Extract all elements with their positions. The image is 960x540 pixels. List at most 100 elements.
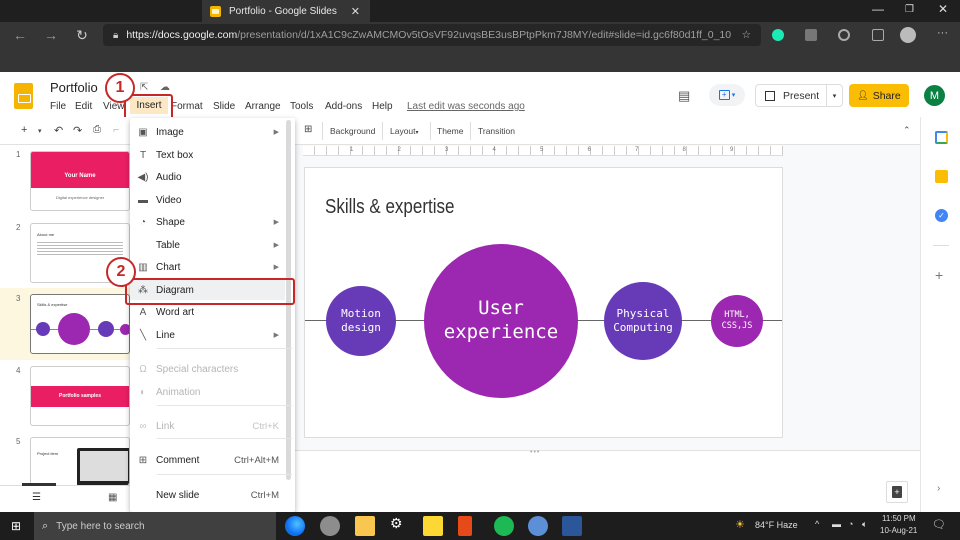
share-button[interactable]: 👤︎ Share [849, 84, 909, 107]
forward-icon[interactable]: → [42, 27, 60, 43]
insert-menu-item-shape[interactable]: ◔ Shape ▶ [130, 212, 285, 232]
more-menu-icon[interactable]: ··· [937, 27, 948, 39]
word-icon[interactable] [562, 516, 582, 536]
redo-icon[interactable]: ↷ [73, 124, 82, 137]
close-tab-icon[interactable]: ✕ [351, 5, 360, 18]
favorite-star-icon[interactable]: ☆ [742, 29, 751, 41]
taskbar-search[interactable]: ⌕ Type here to search [34, 512, 276, 540]
extension-icon[interactable] [772, 29, 784, 41]
speaker-notes-area[interactable]: ••• + [295, 449, 920, 512]
slide-thumbnail-5[interactable]: Project item [30, 437, 130, 485]
back-icon[interactable]: ← [11, 27, 29, 43]
insert-menu-item-line[interactable]: ╲ Line ▶ [130, 325, 285, 345]
slide-thumbnail-1[interactable]: Your Name Digital experience designer [30, 151, 130, 211]
paint-app-icon[interactable] [320, 516, 340, 536]
transition-button[interactable]: Transition [478, 126, 515, 136]
skill-bubble[interactable]: Motion design [326, 286, 396, 356]
present-options-chevron-icon[interactable]: ▾ [826, 85, 842, 106]
explore-button[interactable]: + [886, 481, 908, 503]
slide-thumbnail-3[interactable]: Skills & expertise [30, 294, 130, 354]
insert-menu-item-chart[interactable]: ▥ Chart ▶ [130, 257, 285, 277]
restore-icon[interactable]: ❐ [905, 4, 914, 15]
insert-menu-item-new-slide[interactable]: New slide Ctrl+M [130, 485, 285, 505]
menu-edit[interactable]: Edit [75, 101, 92, 112]
insert-menu-item-video[interactable]: ▬ Video [130, 190, 285, 210]
ruler-tick-label: 8 [682, 147, 686, 153]
new-slide-icon[interactable]: + [21, 124, 27, 136]
thumb-title: Portfolio samples [31, 386, 129, 407]
keep-icon[interactable] [935, 170, 948, 183]
notifications-icon[interactable]: 🗨︎ [932, 518, 946, 531]
url-input[interactable]: 🔒︎ https://docs.google.com/presentation/… [103, 24, 761, 46]
menu-slide[interactable]: Slide [213, 101, 235, 112]
move-folder-icon[interactable]: ⇱ [140, 82, 148, 93]
slide-thumbnail-4[interactable]: Portfolio samples [30, 366, 130, 426]
show-hidden-icons-icon[interactable]: ^ [815, 519, 819, 529]
reload-icon[interactable]: ↻ [73, 27, 91, 44]
weather-text[interactable]: 84°F Haze [755, 520, 798, 530]
slide-canvas[interactable]: Skills & expertise Motion design User exper… [304, 167, 783, 438]
tasks-icon[interactable]: ✓ [935, 209, 948, 222]
browser-tab[interactable]: Portfolio - Google Slides ✕ [202, 0, 370, 22]
windows-start-icon[interactable]: ⊞ [11, 519, 21, 533]
slide-title[interactable]: Skills & expertise [325, 196, 454, 219]
insert-menu-item-table[interactable]: Table ▶ [130, 235, 285, 255]
insert-menu-item-image[interactable]: ▣ Image ▶ [130, 122, 285, 142]
layout-button[interactable]: Layout▾ [390, 126, 419, 136]
expand-panel-icon[interactable]: › [937, 483, 940, 494]
resize-handle-icon[interactable]: ••• [530, 449, 540, 456]
add-addon-icon[interactable]: + [935, 267, 943, 283]
edge-icon[interactable] [285, 516, 305, 536]
insert-comment-icon[interactable]: ⊞ [304, 124, 312, 135]
settings-icon[interactable]: ⚙ [390, 515, 403, 532]
insert-menu-item-word-art[interactable]: A Word art [130, 302, 285, 322]
clock-time[interactable]: 11:50 PM [882, 514, 916, 523]
present-button[interactable]: Present ▾ [755, 84, 843, 107]
app-icon[interactable] [528, 516, 548, 536]
slide-number: 2 [16, 223, 21, 232]
background-button[interactable]: Background [330, 126, 375, 136]
tab-actions-icon[interactable] [872, 29, 884, 41]
skill-bubble[interactable]: User experience [424, 244, 578, 398]
skill-bubble[interactable]: HTML, CSS,JS [711, 295, 763, 347]
new-slide-chevron-icon[interactable]: ▾ [38, 127, 42, 135]
minimize-icon[interactable]: — [872, 2, 884, 16]
profile-avatar-icon[interactable] [900, 27, 916, 43]
sticky-notes-icon[interactable] [423, 516, 443, 536]
menu-add-ons[interactable]: Add-ons [325, 101, 362, 112]
paint-format-icon[interactable]: ⌐ [113, 124, 119, 136]
cloud-status-icon[interactable]: ☁ [160, 82, 170, 93]
menu-help[interactable]: Help [372, 101, 393, 112]
clock-date[interactable]: 10-Aug-21 [880, 526, 917, 535]
slides-logo-icon[interactable] [14, 83, 33, 109]
insert-menu-item-text-box[interactable]: T Text box [130, 145, 285, 165]
menu-file[interactable]: File [50, 101, 66, 112]
menu-tools[interactable]: Tools [290, 101, 313, 112]
file-explorer-icon[interactable] [355, 516, 375, 536]
collections-icon[interactable] [805, 29, 817, 41]
undo-icon[interactable]: ↶ [54, 124, 63, 137]
insert-menu-item-audio[interactable]: ◀) Audio [130, 167, 285, 187]
account-avatar[interactable]: M [924, 85, 945, 106]
document-title[interactable]: Portfolio [50, 80, 98, 95]
theme-button[interactable]: Theme [437, 126, 463, 136]
close-window-icon[interactable]: ✕ [938, 2, 948, 16]
print-icon[interactable]: ⎙ [93, 124, 101, 135]
last-edit-link[interactable]: Last edit was seconds ago [407, 101, 525, 112]
comment-history-icon[interactable]: ▤ [678, 88, 690, 104]
sync-icon[interactable] [838, 29, 850, 41]
spotify-icon[interactable] [494, 516, 514, 536]
skill-bubble[interactable]: Physical Computing [604, 282, 682, 360]
filmstrip-view-icon[interactable]: ☰ [32, 492, 41, 503]
calendar-icon[interactable] [935, 131, 948, 144]
battery-icon[interactable]: ▬ [832, 519, 841, 529]
wifi-icon[interactable]: ◔ [848, 519, 853, 529]
insert-menu-item-comment[interactable]: ⊞ Comment Ctrl+Alt+M [130, 450, 285, 470]
menu-arrange[interactable]: Arrange [245, 101, 281, 112]
grid-view-icon[interactable]: ▦ [108, 492, 117, 503]
meet-button[interactable]: + ▾ [709, 84, 745, 106]
menu-format[interactable]: Format [171, 101, 203, 112]
office-icon[interactable] [458, 516, 472, 536]
volume-icon[interactable]: 🔈︎ [862, 519, 867, 530]
collapse-toolbar-icon[interactable]: ⌃ [903, 125, 911, 136]
